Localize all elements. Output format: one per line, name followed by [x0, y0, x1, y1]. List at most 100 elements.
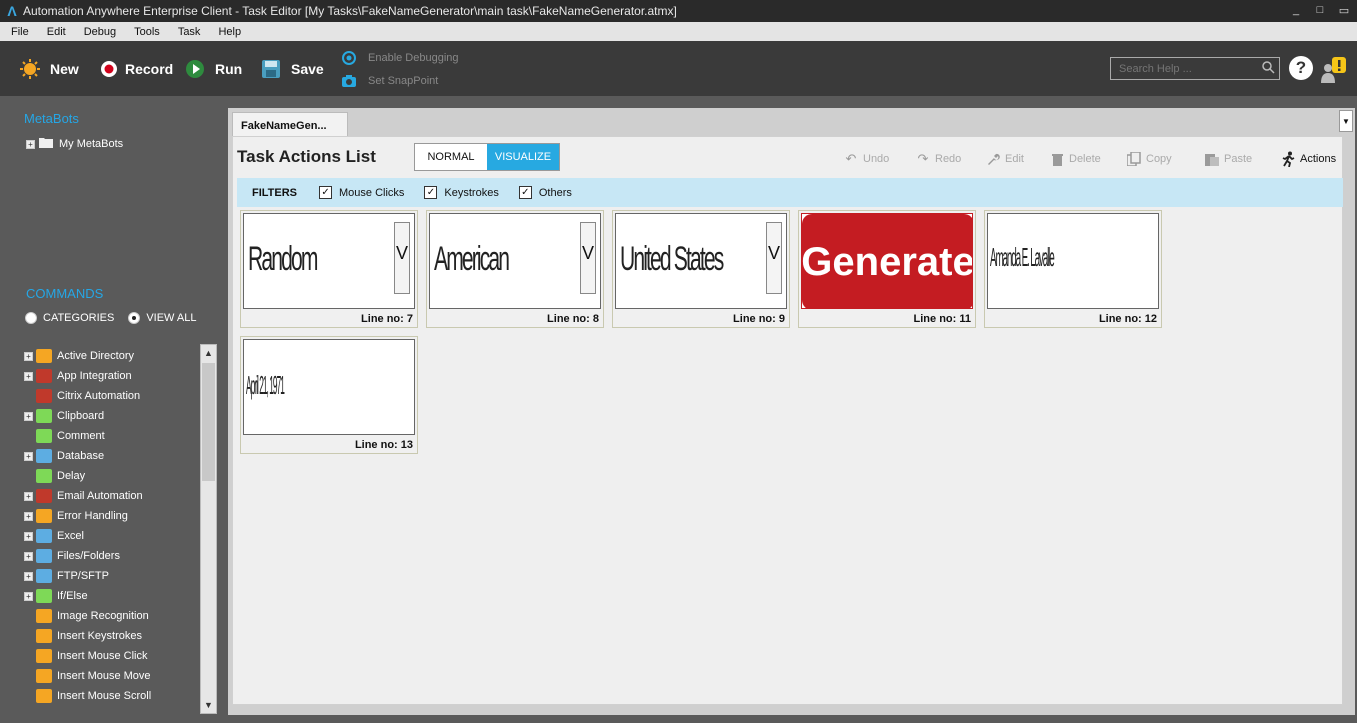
action-card[interactable]: Generate Line no: 11 [798, 210, 976, 328]
search-icon[interactable] [1262, 61, 1276, 75]
command-item[interactable]: + Database [24, 446, 200, 466]
redo-button[interactable]: ↷ Redo [915, 151, 962, 167]
command-item[interactable]: Comment [24, 426, 200, 446]
keystrokes-filter[interactable]: ✓ Keystrokes [424, 186, 499, 199]
view-mode-toggle: NORMAL VISUALIZE [414, 143, 560, 171]
action-card[interactable]: Amanda E. Lavalle Line no: 12 [984, 210, 1162, 328]
scroll-down-icon[interactable]: ▼ [201, 697, 216, 713]
command-item[interactable]: + Excel [24, 526, 200, 546]
command-item[interactable]: Insert Mouse Scroll [24, 686, 200, 706]
command-item[interactable]: Delay [24, 466, 200, 486]
menu-help[interactable]: Help [209, 26, 250, 38]
menu-task[interactable]: Task [169, 26, 210, 38]
menu-tools[interactable]: Tools [125, 26, 169, 38]
command-item[interactable]: + Email Automation [24, 486, 200, 506]
expand-icon[interactable]: + [26, 139, 35, 149]
paste-button[interactable]: Paste [1204, 151, 1252, 167]
categories-radio[interactable] [25, 312, 37, 324]
expand-icon[interactable]: + [24, 411, 33, 421]
app-logo-icon: Λ [7, 3, 17, 19]
expand-icon[interactable]: + [24, 511, 33, 521]
user-notification-icon[interactable] [1318, 55, 1354, 85]
command-item[interactable]: Image Recognition [24, 606, 200, 626]
checkbox-checked-icon[interactable]: ✓ [319, 186, 333, 199]
tree-item-my-metabots[interactable]: + My MetaBots [26, 137, 123, 151]
command-icon [36, 589, 52, 603]
set-snappoint-button[interactable]: Set SnapPoint [342, 74, 438, 88]
expand-icon[interactable]: + [24, 591, 33, 601]
help-icon[interactable]: ? [1289, 56, 1313, 80]
command-icon [36, 449, 52, 463]
command-item[interactable]: + FTP/SFTP [24, 566, 200, 586]
camera-icon [342, 74, 356, 88]
expand-icon[interactable]: + [24, 351, 33, 361]
command-item[interactable]: + Active Directory [24, 346, 200, 366]
undo-button[interactable]: ↶ Undo [843, 151, 890, 167]
run-button[interactable]: Run [185, 59, 242, 79]
menu-edit[interactable]: Edit [38, 26, 75, 38]
expand-icon[interactable]: + [24, 371, 33, 381]
command-item[interactable]: + Error Handling [24, 506, 200, 526]
delete-button[interactable]: Delete [1049, 151, 1101, 167]
expand-icon[interactable]: + [24, 551, 33, 561]
play-icon [185, 59, 205, 79]
task-editor-main: FakeNameGen... ▼ Task Actions List NORMA… [228, 108, 1355, 715]
tab-dropdown-icon[interactable]: ▼ [1339, 110, 1353, 132]
scroll-thumb[interactable] [202, 363, 215, 481]
scroll-up-icon[interactable]: ▲ [201, 345, 216, 361]
undo-label: Undo [863, 153, 890, 165]
restore-icon[interactable]: ▭ [1337, 3, 1351, 17]
command-item[interactable]: + App Integration [24, 366, 200, 386]
action-card[interactable]: April 21, 1971 Line no: 13 [240, 336, 418, 454]
action-snapshot: Random V [243, 213, 415, 309]
command-item[interactable]: Insert Keystrokes [24, 626, 200, 646]
title-bar: Λ Automation Anywhere Enterprise Client … [0, 0, 1357, 22]
line-number: Line no: 13 [354, 439, 413, 451]
actions-button[interactable]: Actions [1280, 151, 1336, 167]
action-card[interactable]: Random V Line no: 7 [240, 210, 418, 328]
action-card[interactable]: American V Line no: 8 [426, 210, 604, 328]
command-item[interactable]: Citrix Automation [24, 386, 200, 406]
normal-button[interactable]: NORMAL [415, 144, 487, 170]
mouse-clicks-filter[interactable]: ✓ Mouse Clicks [319, 186, 404, 199]
expand-icon[interactable]: + [24, 451, 33, 461]
copy-button[interactable]: Copy [1126, 151, 1172, 167]
command-icon [36, 689, 52, 703]
command-item[interactable]: Insert Mouse Move [24, 666, 200, 686]
filters-bar: FILTERS ✓ Mouse Clicks ✓ Keystrokes ✓ Other… [237, 178, 1343, 207]
snapshot-text: Amanda E. Lavalle [990, 242, 1055, 272]
visualize-button[interactable]: VISUALIZE [487, 144, 559, 170]
command-label: Files/Folders [57, 550, 120, 562]
command-item[interactable]: + Clipboard [24, 406, 200, 426]
command-item[interactable]: + If/Else [24, 586, 200, 606]
expand-icon[interactable]: + [24, 491, 33, 501]
others-label: Others [538, 186, 572, 199]
command-label: Error Handling [57, 510, 128, 522]
command-item[interactable]: + Files/Folders [24, 546, 200, 566]
expand-icon[interactable]: + [24, 531, 33, 541]
minimize-icon[interactable]: _ [1289, 3, 1303, 17]
record-button[interactable]: Record [99, 59, 173, 79]
search-help-input[interactable] [1110, 57, 1280, 80]
save-button[interactable]: Save [261, 59, 324, 79]
menu-debug[interactable]: Debug [75, 26, 125, 38]
new-button[interactable]: New [20, 59, 79, 79]
view-all-radio[interactable] [128, 312, 141, 324]
command-icon [36, 569, 52, 583]
command-icon [36, 549, 52, 563]
dropdown-arrow-icon: V [394, 222, 410, 294]
folder-icon [39, 137, 53, 151]
checkbox-checked-icon[interactable]: ✓ [518, 186, 532, 199]
expand-icon[interactable]: + [24, 571, 33, 581]
window-controls: _ □ ▭ [1289, 3, 1351, 17]
edit-button[interactable]: Edit [985, 151, 1024, 167]
tab-fakenamegenerator[interactable]: FakeNameGen... [232, 112, 348, 138]
command-list-scrollbar[interactable]: ▲ ▼ [200, 344, 217, 714]
maximize-icon[interactable]: □ [1313, 3, 1327, 17]
checkbox-checked-icon[interactable]: ✓ [424, 186, 438, 199]
others-filter[interactable]: ✓ Others [518, 186, 572, 199]
command-item[interactable]: Insert Mouse Click [24, 646, 200, 666]
enable-debugging-toggle[interactable]: Enable Debugging [342, 51, 459, 65]
menu-file[interactable]: File [2, 26, 38, 38]
action-card[interactable]: United States V Line no: 9 [612, 210, 790, 328]
